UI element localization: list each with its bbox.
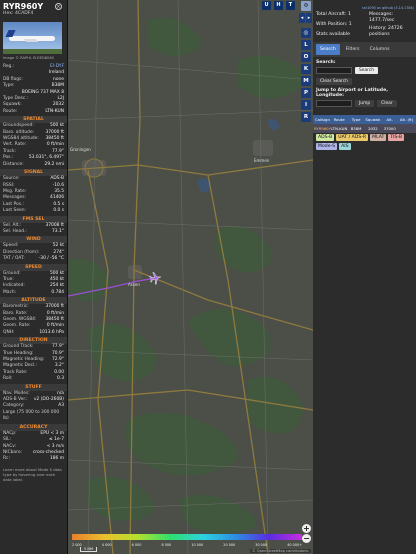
clear-search-button[interactable]: Clear Search [316, 78, 352, 85]
i-button[interactable]: I [301, 100, 311, 110]
u-button[interactable]: U [262, 1, 271, 10]
direction-row: Roll: 0.3 [3, 376, 64, 382]
source-pill: ADS-B [316, 134, 335, 141]
col-callsign[interactable]: Callsign [314, 117, 331, 122]
jump-button[interactable]: Jump [355, 100, 375, 107]
signal-row: Last Seen: 0.0 s [3, 208, 64, 214]
fms-section-title: FMS SEL [0, 215, 67, 223]
altitude-row: QNH: 1013.6 hPa [3, 329, 64, 335]
city-label-assen: Assen [128, 282, 140, 287]
tab-filters[interactable]: Filters [342, 44, 364, 55]
source-pill: MLAT [370, 134, 387, 141]
source-legend: ADS-B UAT / ADS-R MLAT TIS-B Mode-S AIS [313, 133, 416, 151]
aircraft-list-panel: tar1090 on github (3.14.1784) Total Airc… [313, 0, 416, 554]
hex-label: Hex: [3, 11, 14, 16]
collapse-left-icon[interactable]: ◂ [299, 13, 305, 23]
altitude-legend-labels: 2 000 4 000 6 000 8 000 10 000 20 000 30 00… [72, 543, 302, 547]
col-route[interactable]: Route [331, 117, 348, 122]
source-pill: UAT / ADS-R [336, 134, 369, 141]
with-position: With Position: 1 [316, 22, 352, 27]
source-pill: Mode-S [316, 143, 338, 150]
altitude-legend [72, 534, 302, 540]
fms-row: Sel. Head.: 73.1° [3, 228, 64, 234]
collapse-right-icon[interactable]: ▸ [306, 13, 312, 23]
h-button[interactable]: H [274, 1, 283, 10]
speed-row: Mach: 0.784 [3, 289, 64, 295]
clear-jump-button[interactable]: Clear [377, 100, 397, 107]
github-link[interactable]: tar1090 on github (3.14.1784) [313, 0, 416, 10]
stuff-section-title: STUFF [0, 383, 67, 391]
col-squawk[interactable]: Squawk [364, 117, 381, 122]
k-button[interactable]: K [301, 64, 311, 74]
col-alt-ft[interactable]: Alt. (ft) [398, 117, 415, 122]
messages-rate: Messages: 1477.7/sec [369, 12, 395, 23]
col-alt[interactable]: Alt. [381, 117, 398, 122]
search-label: Search: [316, 60, 336, 65]
source-pill: AIS [339, 143, 351, 150]
aircraft-info-panel: RYR960Y Hex: 4CADF4 × Image © RAPHL ELRE… [0, 0, 68, 554]
aircraft-photo[interactable] [3, 22, 62, 54]
table-header: Callsign Route Type Squawk Alt. Alt. (ft… [313, 115, 416, 124]
o-button[interactable]: O [301, 52, 311, 62]
t-button[interactable]: T [286, 1, 295, 10]
l-button[interactable]: L [301, 40, 311, 50]
city-label-emmen: Emmen [254, 158, 270, 163]
settings-gear-icon[interactable]: ⚙ [301, 1, 311, 11]
accuracy-section-title: ACCURACY [0, 423, 67, 431]
total-aircraft: Total Aircraft: 1 [316, 12, 351, 17]
city-label-groningen: Groningen [70, 147, 91, 152]
jump-input[interactable] [316, 100, 352, 107]
panel-tabs: Search Filters Columns [313, 42, 416, 57]
r-button[interactable]: R [301, 112, 311, 122]
jump-label: Jump to Airport or Latitude, Longitude: [316, 88, 388, 98]
layers-icon[interactable]: ◎ [301, 28, 311, 38]
stats-block: Total Aircraft: 1 With Position: 1 Stats… [313, 10, 416, 40]
category-desc: Large (75 000 to 300 000 lb) [3, 409, 60, 422]
map-button-strip: ⚙ ◂ ▸ ◎ L O K M P I R [299, 0, 313, 554]
history-count: History: 24726 positions [369, 26, 403, 37]
close-icon[interactable]: × [55, 3, 62, 10]
accuracy-row: Rc: 186 m [3, 456, 64, 462]
wind-row: TAT / OAT: -30 / -56 °C [3, 256, 64, 262]
tab-search[interactable]: Search [316, 44, 340, 55]
stats-link[interactable]: Stats available [316, 32, 352, 38]
m-button[interactable]: M [301, 76, 311, 86]
route-row: Route: LTN-KUN [3, 108, 64, 114]
accuracy-footer: Learn more about Mode S data type by hov… [3, 466, 62, 482]
p-button[interactable]: P [301, 88, 311, 98]
map-view[interactable]: Groningen Emmen Assen U H T 2 000 4 000 6… [68, 0, 313, 554]
map-canvas[interactable] [68, 0, 313, 554]
col-type[interactable]: Type [348, 117, 365, 122]
spatial-row: Distance: 29.2 nmi [3, 161, 64, 167]
search-button[interactable]: Search [355, 67, 379, 74]
table-row[interactable]: RYR960Y LTN-KUN B38M 2032 37000 [313, 124, 416, 133]
hex-value: 4CADF4 [14, 11, 34, 16]
hex-line: Hex: 4CADF4 [0, 11, 67, 16]
search-input[interactable] [316, 67, 352, 74]
tab-columns[interactable]: Columns [366, 44, 394, 55]
scale-bar: 5 NM [80, 547, 97, 552]
source-pill: TIS-B [388, 134, 405, 141]
speed-section-title: SPEED [0, 263, 67, 271]
